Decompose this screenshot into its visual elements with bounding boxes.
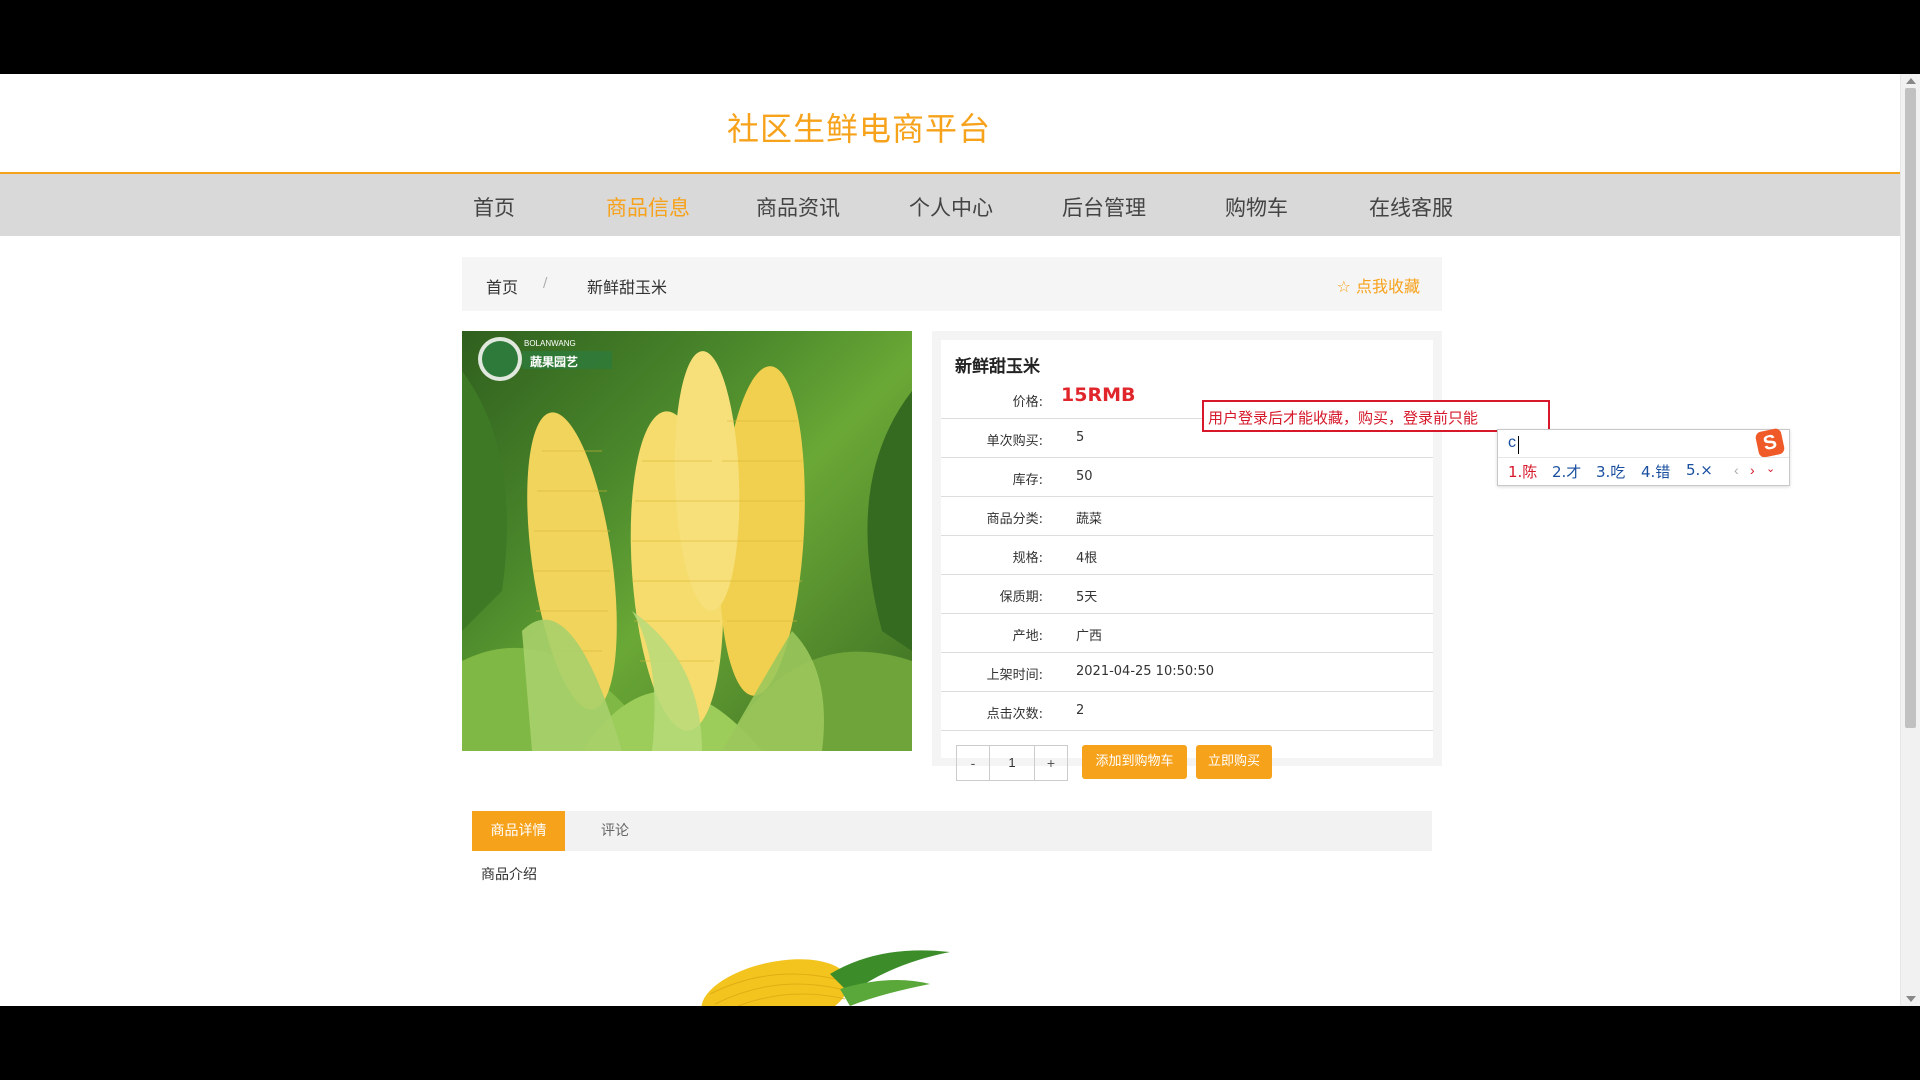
info-value: 50 [1076,469,1093,484]
info-label: 保质期: [999,590,1043,605]
scrollbar-thumb[interactable] [1905,88,1916,728]
nav-item-news[interactable]: 商品资讯 [756,192,840,222]
ime-candidate[interactable]: 4.错 [1641,461,1670,482]
ime-candidate[interactable]: 1.陈 [1508,461,1537,482]
info-value: 2021-04-25 10:50:50 [1076,664,1215,679]
info-value: 5 [1076,430,1085,445]
quantity-input[interactable]: 1 [990,746,1034,780]
info-row: 上架时间: 2021-04-25 10:50:50 [941,653,1433,692]
ime-candidate[interactable]: 3.吃 [1596,461,1625,482]
info-row: 点击次数: 2 [941,692,1433,731]
nav-item-admin[interactable]: 后台管理 [1062,192,1146,222]
corn-illustration [462,337,912,751]
quantity-stepper: - 1 + [956,745,1068,781]
sogou-logo-icon: S [1754,427,1786,459]
ime-divider [1498,457,1789,458]
price-label: 价格: [1012,395,1043,410]
ime-candidate[interactable]: 5.× [1686,461,1713,479]
product-info-panel: 新鲜甜玉米 价格: 15RMB 单次购买: 5 库存: 50 商品分类: 蔬菜 … [932,331,1442,781]
product-name: 新鲜甜玉米 [955,357,1040,377]
info-value: 广西 [1076,629,1103,644]
ime-composition-text: c [1508,434,1516,451]
info-label: 点击次数: [986,707,1043,722]
info-value: 蔬菜 [1076,512,1103,527]
ime-caret [1518,436,1519,454]
ime-candidate-window: c S 1.陈 2.才 3.吃 4.错 5.× ‹ › ⌄ [1497,427,1790,486]
breadcrumb-current: 新鲜甜玉米 [587,278,668,297]
scroll-down-icon[interactable] [1906,996,1916,1002]
breadcrumb-separator: / [543,276,548,291]
quantity-decrement-button[interactable]: - [957,746,990,780]
info-label: 规格: [1012,551,1043,566]
site-title[interactable]: 社区生鲜电商平台 [727,104,991,150]
detail-image [680,934,960,1006]
tab-product-details[interactable]: 商品详情 [472,811,565,851]
favorite-button[interactable]: ☆ 点我收藏 [1337,273,1420,297]
breadcrumb-home-link[interactable]: 首页 [486,274,518,298]
image-brand-text: 蔬果园艺 [530,355,579,369]
login-required-tooltip: 用户登录后才能收藏，购买，登录前只能 [1202,400,1550,432]
nav-item-products[interactable]: 商品信息 [606,192,690,222]
info-value: 2 [1076,703,1085,718]
product-intro-label: 商品介绍 [481,867,537,883]
info-row: 商品分类: 蔬菜 [941,497,1433,536]
ime-candidate[interactable]: 2.才 [1552,461,1581,482]
scroll-up-icon[interactable] [1906,78,1916,84]
nav-item-support[interactable]: 在线客服 [1369,192,1453,222]
breadcrumb: 首页 / 新鲜甜玉米 ☆ 点我收藏 [462,257,1442,311]
info-row: 产地: 广西 [941,614,1433,653]
info-label: 单次购买: [986,434,1043,449]
browser-viewport: 社区生鲜电商平台 首页 商品信息 商品资讯 个人中心 后台管理 购物车 在线客服… [0,74,1920,1006]
tab-comments[interactable]: 评论 [565,811,665,851]
nav-item-cart[interactable]: 购物车 [1225,192,1288,222]
info-label: 上架时间: [986,668,1043,683]
corn-detail-illustration [701,950,950,1006]
product-image: 蔬果园艺 BOLANWANG [462,331,912,751]
price-value: 15RMB [1061,384,1136,406]
nav-item-home[interactable]: 首页 [473,192,515,222]
ime-expand-icon[interactable]: ⌄ [1766,462,1775,475]
info-row: 规格: 4根 [941,536,1433,575]
add-to-cart-button[interactable]: 添加到购物车 [1082,745,1187,779]
info-label: 产地: [1012,629,1043,644]
image-brand-en: BOLANWANG [524,339,576,348]
ime-prev-page-icon[interactable]: ‹ [1734,462,1739,478]
vertical-scrollbar[interactable] [1900,74,1920,1006]
info-row: 保质期: 5天 [941,575,1433,614]
ime-next-page-icon[interactable]: › [1750,462,1755,478]
detail-tabs: 商品详情 评论 [472,811,1432,851]
quantity-increment-button[interactable]: + [1034,746,1067,780]
buy-now-button[interactable]: 立即购买 [1196,745,1272,779]
main-nav: 首页 商品信息 商品资讯 个人中心 后台管理 购物车 在线客服 [0,174,1900,236]
nav-item-profile[interactable]: 个人中心 [909,192,993,222]
info-label: 商品分类: [986,512,1043,527]
info-value: 4根 [1076,551,1098,566]
info-label: 库存: [1012,473,1043,488]
info-value: 5天 [1076,590,1098,605]
info-row: 库存: 50 [941,458,1433,497]
